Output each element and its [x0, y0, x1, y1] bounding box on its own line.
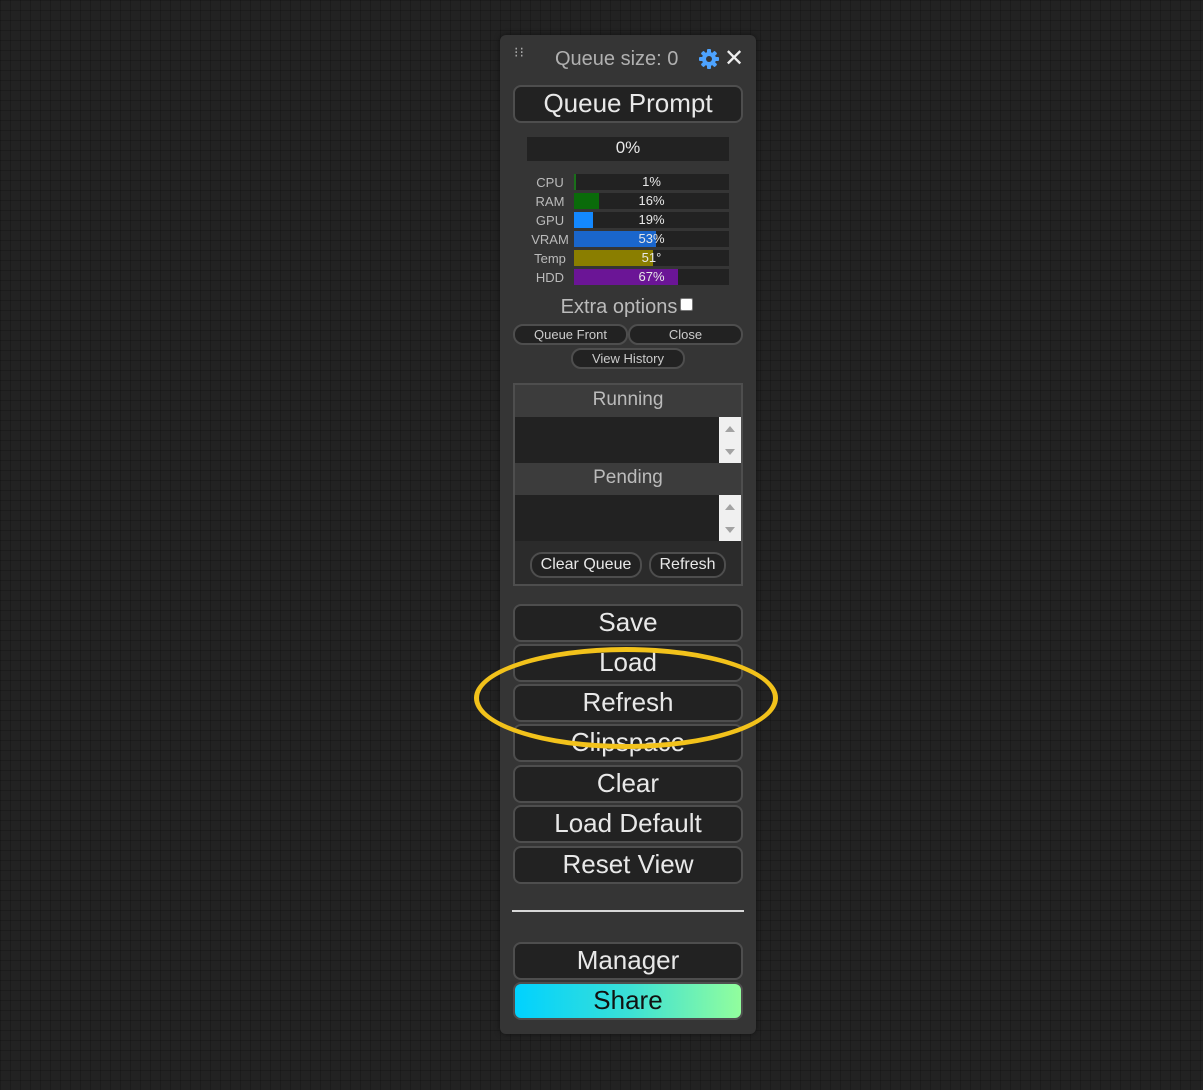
scroll-down-icon[interactable] [725, 449, 735, 455]
reset-view-button[interactable]: Reset View [513, 846, 743, 884]
stat-row-vram: VRAM 53% [527, 230, 732, 249]
running-list[interactable] [515, 417, 741, 463]
close-button[interactable]: Close [628, 324, 743, 345]
pending-scrollbar[interactable] [719, 495, 741, 541]
share-button[interactable]: Share [513, 982, 743, 1020]
stat-label: Temp [534, 251, 566, 266]
queue-front-button[interactable]: Queue Front [513, 324, 628, 345]
stat-value: 16% [638, 193, 665, 208]
stat-label: HDD [535, 270, 565, 285]
running-scrollbar[interactable] [719, 417, 741, 463]
extra-options-label: Extra options [500, 296, 756, 319]
queue-prompt-button[interactable]: Queue Prompt [513, 85, 743, 123]
stat-label: CPU [536, 175, 564, 190]
manager-button[interactable]: Manager [513, 942, 743, 980]
refresh-button[interactable]: Refresh [513, 684, 743, 722]
running-header: Running [515, 385, 741, 417]
extra-options-checkbox[interactable] [680, 298, 693, 311]
queue-refresh-button[interactable]: Refresh [649, 552, 726, 578]
load-default-button[interactable]: Load Default [513, 805, 743, 843]
stat-bar: 16% [574, 193, 729, 209]
stat-bar: 51° [574, 250, 729, 266]
stat-label: VRAM [531, 232, 569, 247]
stat-bar: 67% [574, 269, 729, 285]
progress-bar: 0% [527, 137, 729, 161]
scroll-up-icon[interactable] [725, 504, 735, 510]
stat-row-hdd: HDD 67% [527, 268, 732, 287]
save-button[interactable]: Save [513, 604, 743, 642]
stat-value: 51° [641, 250, 662, 265]
divider [512, 910, 744, 912]
stat-value: 53% [638, 231, 665, 246]
scroll-up-icon[interactable] [725, 426, 735, 432]
extra-options-text: Extra options [560, 296, 678, 318]
close-icon[interactable]: ✕ [724, 44, 744, 72]
view-history-button[interactable]: View History [571, 348, 685, 369]
stat-row-ram: RAM 16% [527, 192, 732, 211]
queue-size-label: Queue size: 0 [555, 48, 679, 70]
stat-label: GPU [535, 213, 565, 228]
comfy-menu-panel: ⁝⁝ Queue size: 0 ✕ Queue Prompt 0% CPU 1… [500, 35, 756, 1034]
scroll-down-icon[interactable] [725, 527, 735, 533]
clear-queue-button[interactable]: Clear Queue [530, 552, 642, 578]
stat-bar: 19% [574, 212, 729, 228]
stat-value: 19% [638, 212, 665, 227]
queue-list-panel: Running Pending Clear Queue Refresh [513, 383, 743, 586]
clear-button[interactable]: Clear [513, 765, 743, 803]
menu-header: ⁝⁝ Queue size: 0 ✕ [500, 35, 756, 83]
stat-row-cpu: CPU 1% [527, 173, 732, 192]
clipspace-button[interactable]: Clipspace [513, 724, 743, 762]
gear-icon[interactable] [698, 48, 720, 70]
stat-row-temp: Temp 51° [527, 249, 732, 268]
load-button[interactable]: Load [513, 644, 743, 682]
drag-handle-icon[interactable]: ⁝⁝ [514, 46, 526, 70]
resource-monitor: CPU 1% RAM 16% GPU 19% VRAM 53% Temp 51° HDD 67% [527, 173, 732, 287]
stat-value: 1% [642, 174, 661, 189]
stat-row-gpu: GPU 19% [527, 211, 732, 230]
stat-bar: 53% [574, 231, 729, 247]
pending-header: Pending [515, 463, 741, 495]
stat-value: 67% [638, 269, 665, 284]
stat-bar: 1% [574, 174, 729, 190]
stat-label: RAM [535, 194, 565, 209]
pending-list[interactable] [515, 495, 741, 541]
